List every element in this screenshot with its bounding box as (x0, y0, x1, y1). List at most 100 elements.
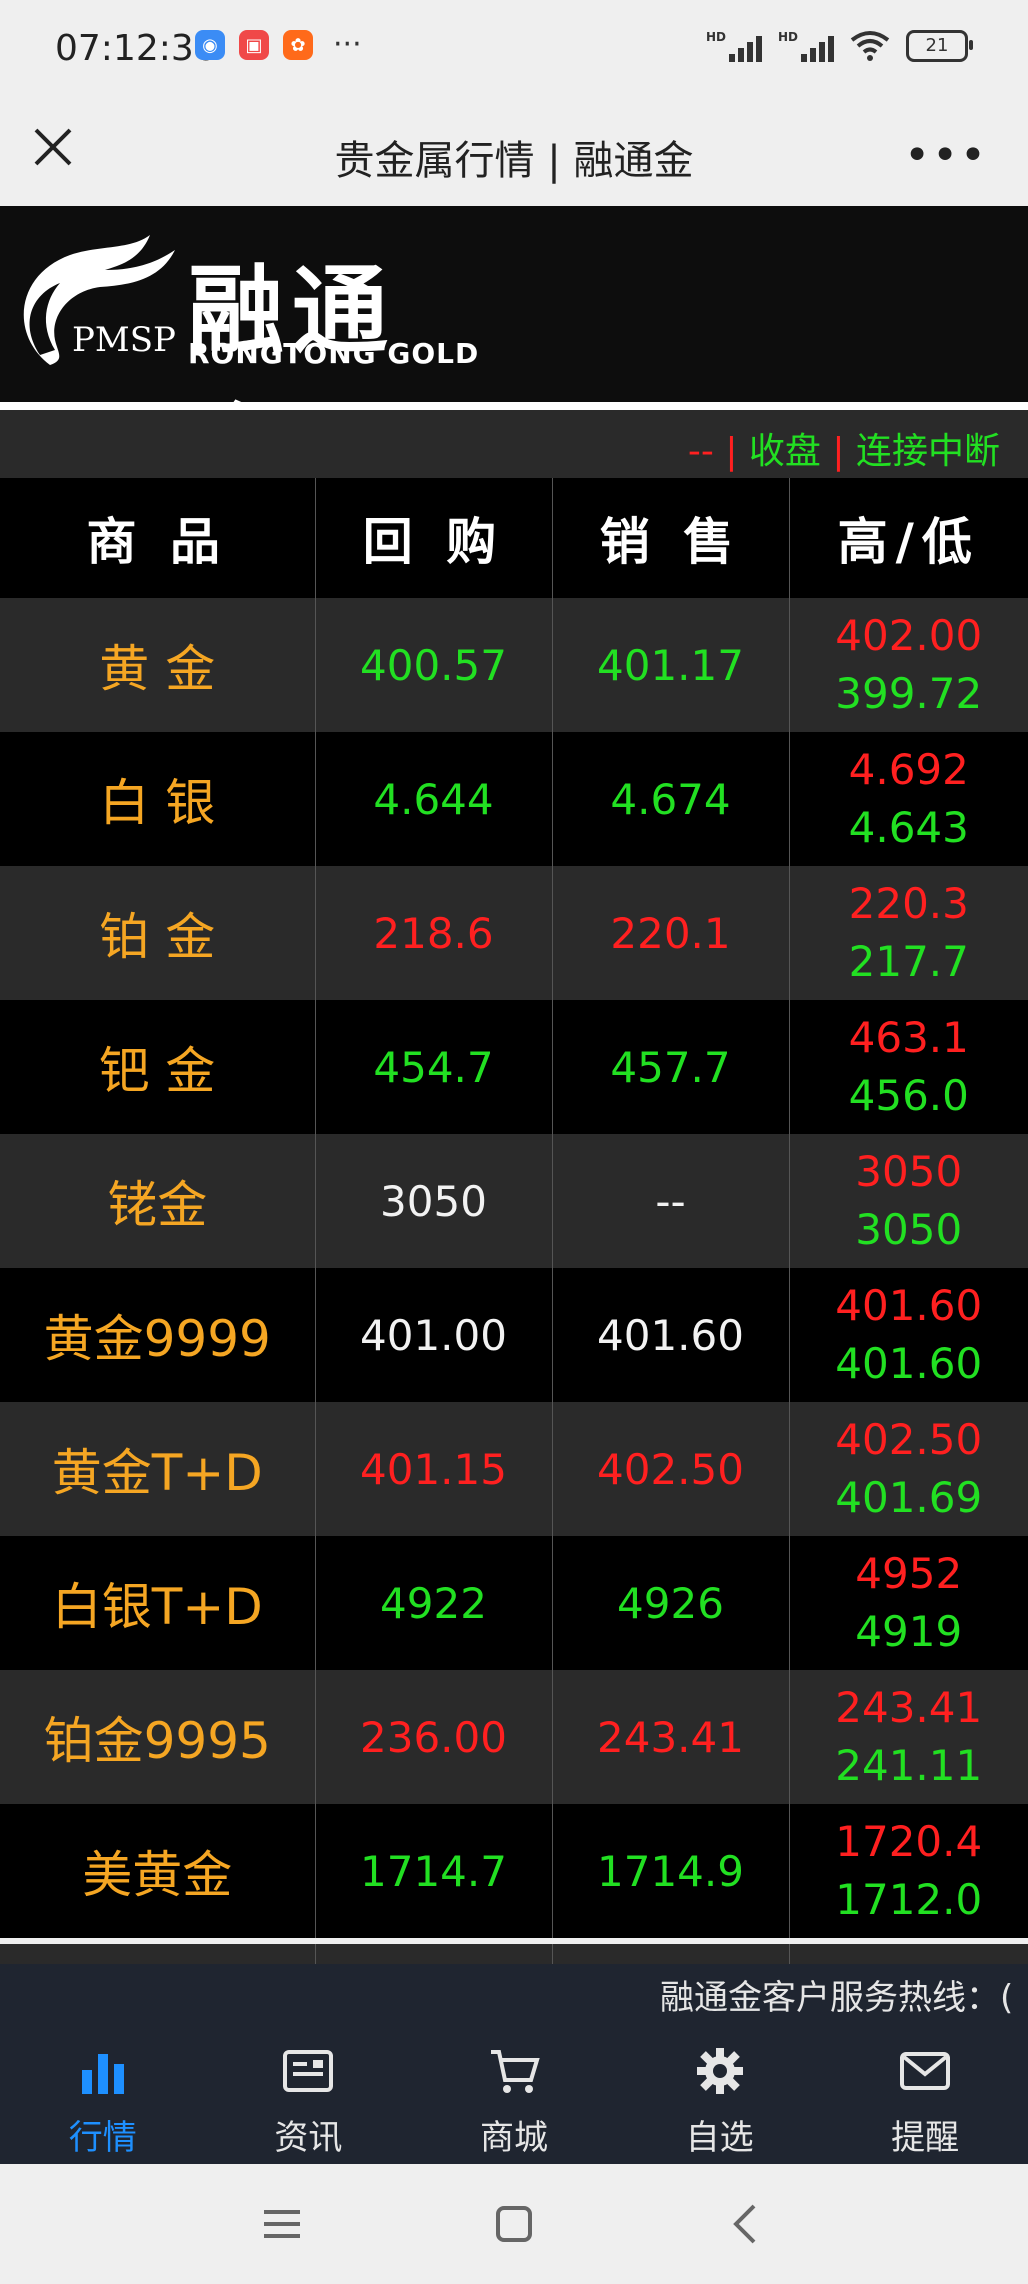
brand-logo: PMSP 融通金 RONGTONG GOLD (10, 225, 490, 506)
sell-price: 1714.9 (551, 1804, 789, 1938)
product-name: 美黄金 (82, 1846, 233, 1904)
market-closed-label: 收盘 (748, 431, 821, 472)
table-row[interactable]: 钯 金 454.7 457.7 463.1 456.0 (0, 1000, 1028, 1134)
connection-status-bar: -- | 收盘 | 连接中断 (0, 410, 1028, 478)
mail-icon (900, 2052, 951, 2090)
buyback-price: 218.6 (314, 866, 552, 1000)
menu-icon[interactable] (252, 2194, 312, 2254)
signal-icon: HD (706, 30, 762, 62)
high-low-cell: 402.50 401.69 (788, 1402, 1028, 1536)
buyback-price: 3050 (314, 1134, 552, 1268)
buyback-price: 4922 (314, 1536, 552, 1670)
wifi-icon (850, 31, 890, 61)
header-sell: 销 售 (551, 478, 789, 598)
high-price: 402.50 (835, 1415, 983, 1464)
buyback-price: 401.15 (314, 1402, 552, 1536)
table-row[interactable]: 白银T+D 4922 4926 4952 4919 (0, 1536, 1028, 1670)
sell-price: 4.674 (551, 732, 789, 866)
sell-price: 402.50 (551, 1402, 789, 1536)
notification-icons: ◉ ▣ ✿ ··· (195, 30, 362, 60)
high-price: 4.692 (848, 745, 969, 794)
banner-divider (0, 402, 1028, 410)
high-price: 401.60 (835, 1281, 983, 1330)
table-row[interactable]: 铑金 3050 -- 3050 3050 (0, 1134, 1028, 1268)
sell-price: 243.41 (551, 1670, 789, 1804)
high-low-cell: 4.692 4.643 (788, 732, 1028, 866)
product-name: 白银T+D (51, 1578, 263, 1636)
low-price: 401.60 (835, 1339, 983, 1388)
table-row[interactable]: 铂 金 218.6 220.1 220.3 217.7 (0, 866, 1028, 1000)
product-name: 铑金 (107, 1176, 208, 1234)
high-low-cell: 463.1 456.0 (788, 1000, 1028, 1134)
high-low-cell: 220.3 217.7 (788, 866, 1028, 1000)
home-icon[interactable] (484, 2194, 544, 2254)
clock: 07:12:36 (55, 28, 217, 69)
tab-watchlist[interactable]: 自选 (617, 2014, 823, 2164)
news-icon (283, 2050, 334, 2092)
buyback-price: 4.644 (314, 732, 552, 866)
app-notification-icon: ▣ (239, 30, 269, 60)
high-low-cell: 402.00 399.72 (788, 598, 1028, 732)
tab-news[interactable]: 资讯 (206, 2014, 412, 2164)
more-notifications-icon: ··· (333, 27, 362, 62)
tab-alerts[interactable]: 提醒 (822, 2014, 1028, 2164)
high-low-cell: 1720.4 1712.0 (788, 1804, 1028, 1938)
logo-english-text: RONGTONG GOLD (188, 337, 480, 370)
cart-icon (490, 2050, 540, 2093)
buyback-price: 454.7 (314, 1000, 552, 1134)
table-row[interactable]: 铂金9995 236.00 243.41 243.41 241.11 (0, 1670, 1028, 1804)
table-row[interactable]: 黄 金 400.57 401.17 402.00 399.72 (0, 598, 1028, 732)
high-price: 3050 (855, 1147, 963, 1196)
sell-price: 401.17 (551, 598, 789, 732)
table-row[interactable]: 白 银 4.644 4.674 4.692 4.643 (0, 732, 1028, 866)
high-low-cell: 3050 3050 (788, 1134, 1028, 1268)
sell-price: 457.7 (551, 1000, 789, 1134)
high-price: 402.00 (835, 611, 983, 660)
product-name: 钯 金 (99, 1042, 216, 1100)
back-icon[interactable] (716, 2194, 776, 2254)
high-price: 4952 (855, 1549, 963, 1598)
product-name: 铂 金 (99, 908, 216, 966)
high-price: 1720.4 (835, 1817, 983, 1866)
table-row[interactable]: 黄金T+D 401.15 402.50 402.50 401.69 (0, 1402, 1028, 1536)
hotline-text: 融通金客户服务热线：( (660, 1978, 1014, 2014)
header-high-low: 高/低 (788, 478, 1028, 598)
app-notification-icon: ✿ (283, 30, 313, 60)
tab-mall[interactable]: 商城 (411, 2014, 617, 2164)
low-price: 241.11 (835, 1741, 983, 1790)
low-price: 399.72 (835, 669, 983, 718)
tab-quotes[interactable]: 行情 (0, 2014, 206, 2164)
table-header-row: 商 品 回 购 销 售 高/低 (0, 478, 1028, 598)
table-row[interactable]: 美黄金 1714.7 1714.9 1720.4 1712.0 (0, 1804, 1028, 1938)
disconnected-label: 连接中断 (855, 431, 1000, 472)
high-price: 463.1 (848, 1013, 969, 1062)
low-price: 217.7 (848, 937, 969, 986)
battery-icon: 21 (906, 30, 973, 62)
buyback-price: 1714.7 (314, 1804, 552, 1938)
product-name: 黄金T+D (51, 1444, 263, 1502)
signal-icon: HD (778, 30, 834, 62)
page-title: 贵金属行情 | 融通金 (334, 138, 694, 184)
sell-price: 220.1 (551, 866, 789, 1000)
low-price: 456.0 (848, 1071, 969, 1120)
table-row-partial (0, 1944, 1028, 1964)
low-price: 1712.0 (835, 1875, 983, 1924)
buyback-price: 401.00 (314, 1268, 552, 1402)
quote-table: 商 品 回 购 销 售 高/低 黄 金 400.57 401.17 402.00 399… (0, 478, 1028, 1938)
header-buyback: 回 购 (314, 478, 552, 598)
product-name: 黄金9999 (43, 1310, 271, 1368)
gear-icon (696, 2048, 743, 2094)
more-menu-button[interactable]: ••• (904, 130, 988, 181)
low-price: 401.69 (835, 1473, 983, 1522)
table-row[interactable]: 黄金9999 401.00 401.60 401.60 401.60 (0, 1268, 1028, 1402)
sell-price: 4926 (551, 1536, 789, 1670)
sell-price: -- (551, 1134, 789, 1268)
logo-pmsp-text: PMSP (72, 320, 176, 360)
buyback-price: 400.57 (314, 598, 552, 732)
title-bar: 贵金属行情 | 融通金 ••• (0, 100, 1028, 207)
system-nav-bar (0, 2164, 1028, 2284)
buyback-price: 236.00 (314, 1670, 552, 1804)
header-product: 商 品 (0, 478, 315, 598)
app-notification-icon: ◉ (195, 30, 225, 60)
sell-price: 401.60 (551, 1268, 789, 1402)
